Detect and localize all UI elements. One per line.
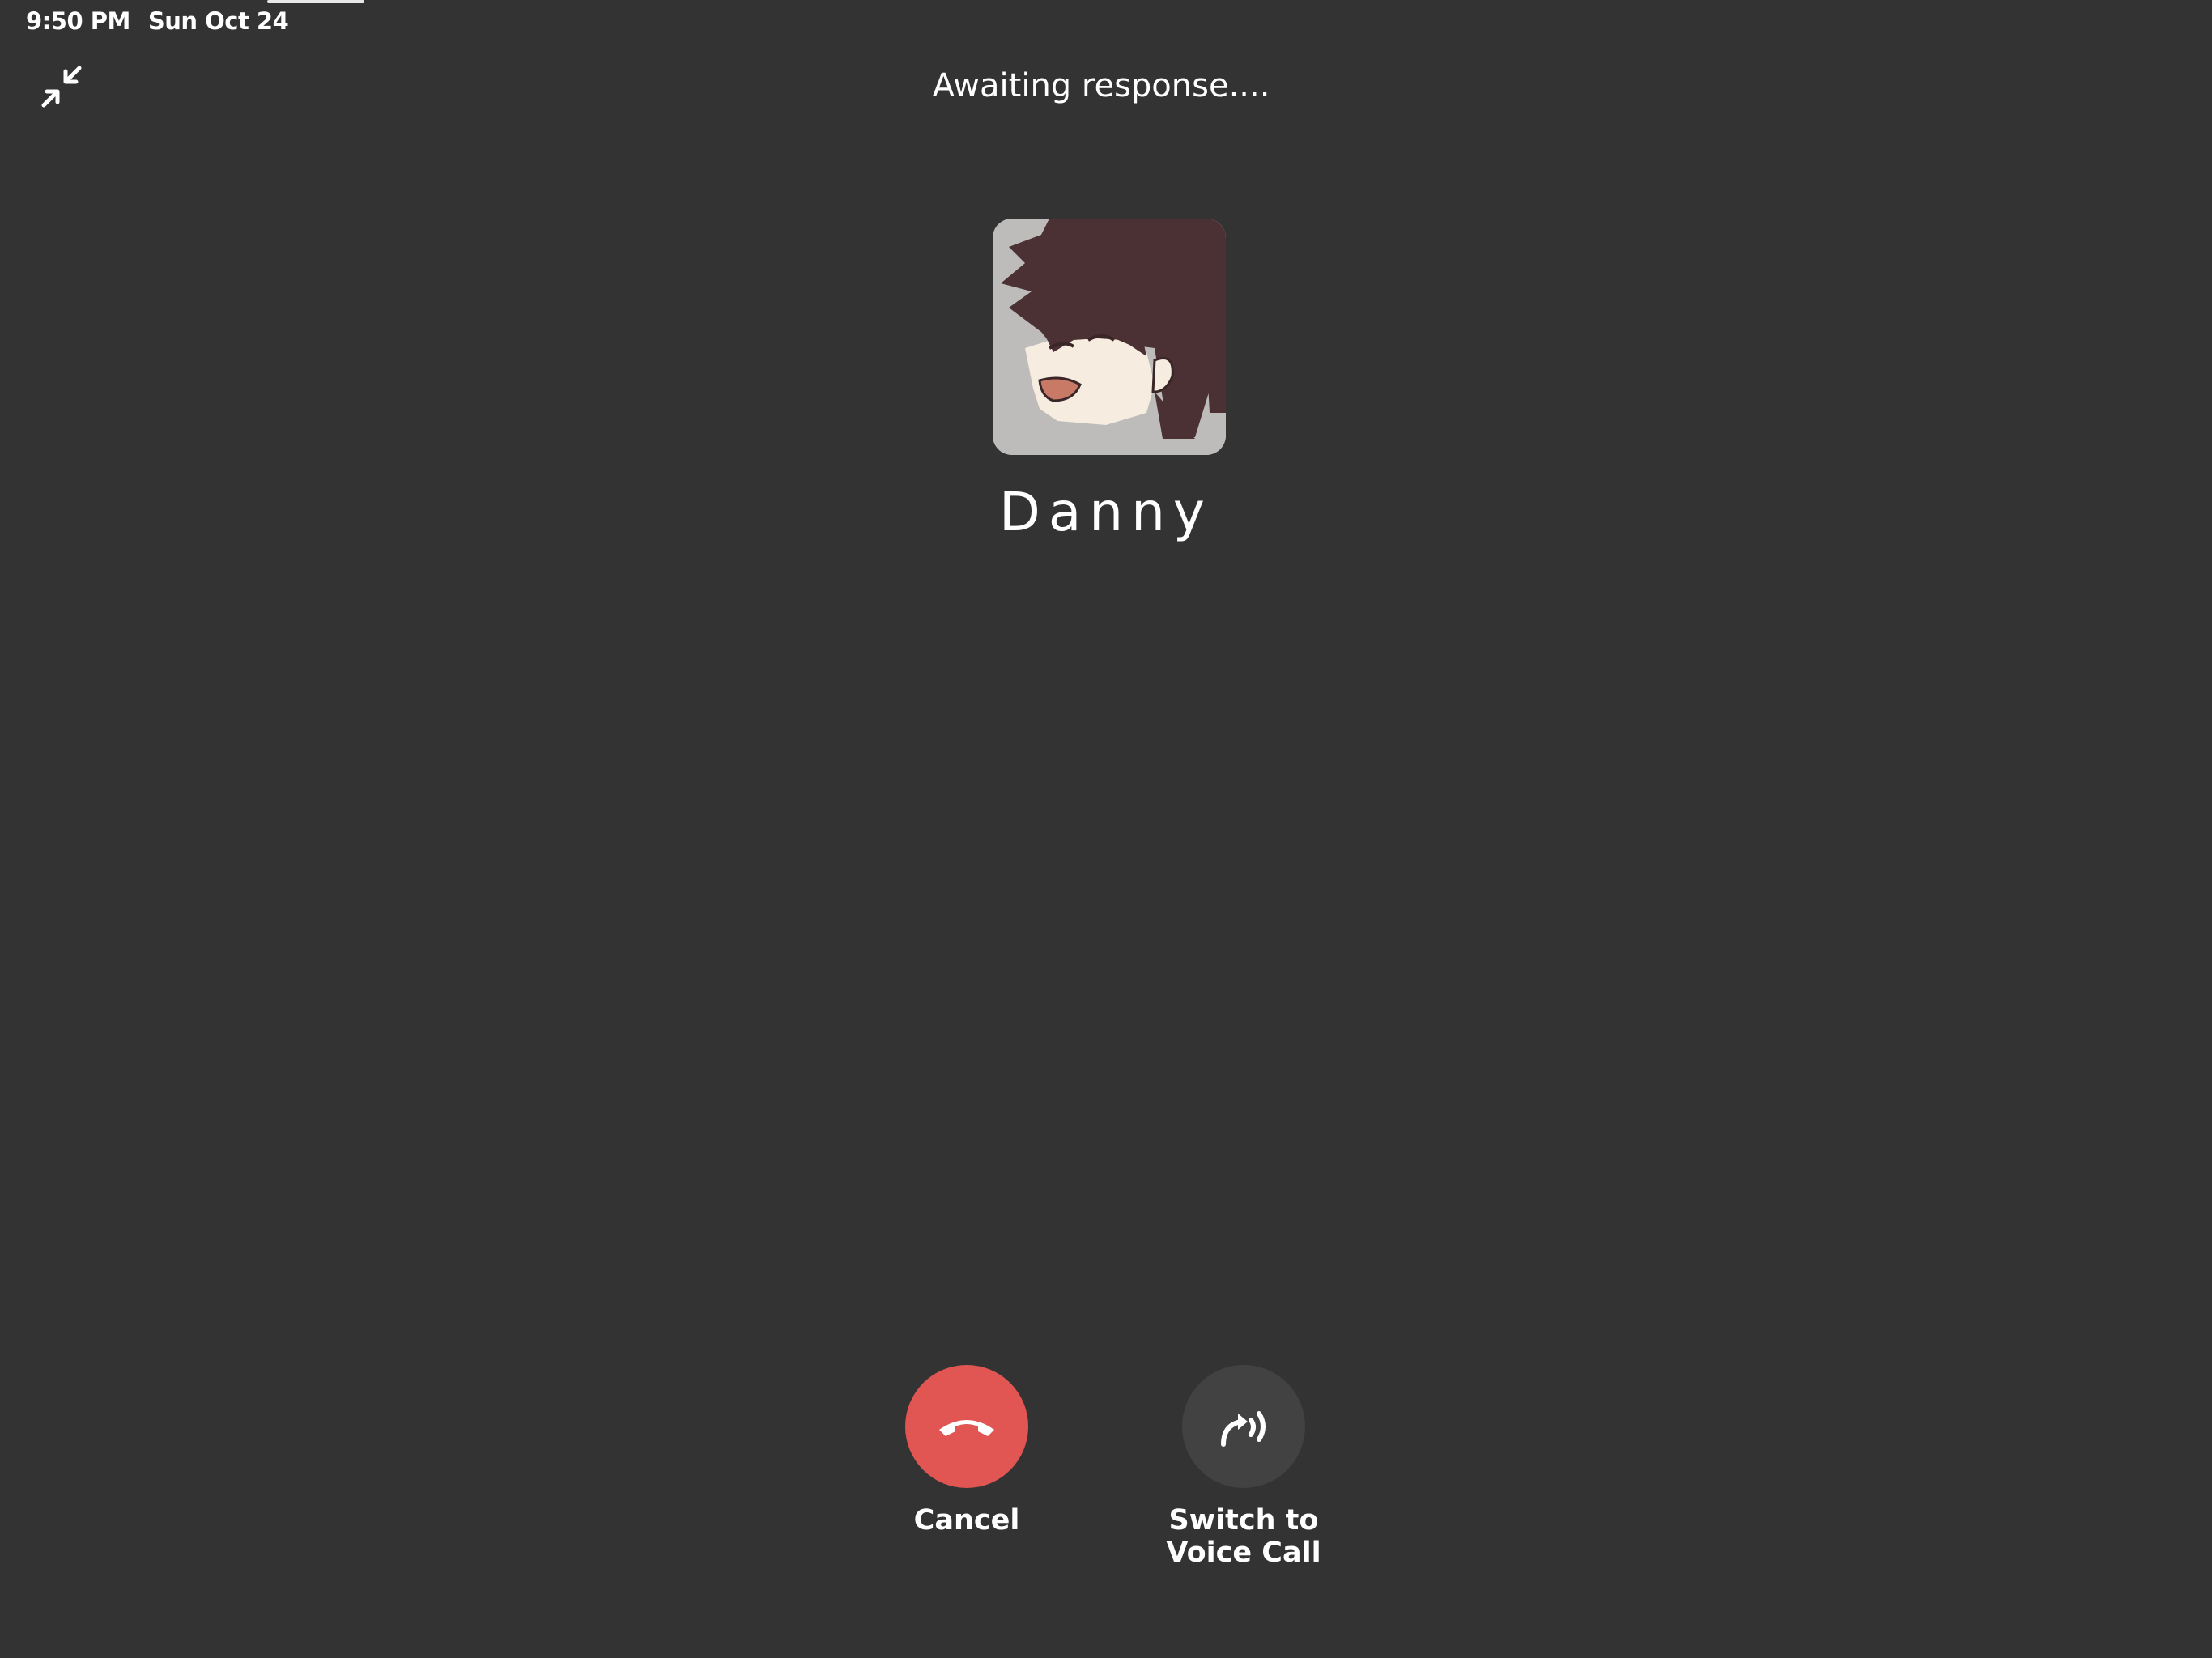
avatar (993, 219, 1226, 455)
hang-up-phone-icon (939, 1420, 994, 1436)
contact-name: Danny (999, 481, 1213, 543)
cancel-call-action: Cancel (845, 1365, 1088, 1537)
anime-character-avatar (993, 219, 1226, 455)
voice-call-icon (1221, 1411, 1266, 1447)
status-date: Sun Oct 24 (147, 7, 289, 35)
top-indicator (267, 0, 364, 3)
video-call-screen: 9:50 PM Sun Oct 24 Awaiting response.... (0, 0, 2212, 1658)
status-time: 9:50 PM (26, 7, 130, 35)
status-bar: 9:50 PM Sun Oct 24 (26, 5, 289, 37)
switch-to-voice-label: Switch to Voice Call (1166, 1504, 1321, 1569)
call-status-text: Awaiting response.... (932, 67, 1270, 104)
switch-to-voice-action: Switch to Voice Call (1122, 1365, 1365, 1569)
cancel-button[interactable] (905, 1365, 1028, 1488)
switch-to-voice-button[interactable] (1182, 1365, 1305, 1488)
cancel-label: Cancel (913, 1504, 1020, 1537)
